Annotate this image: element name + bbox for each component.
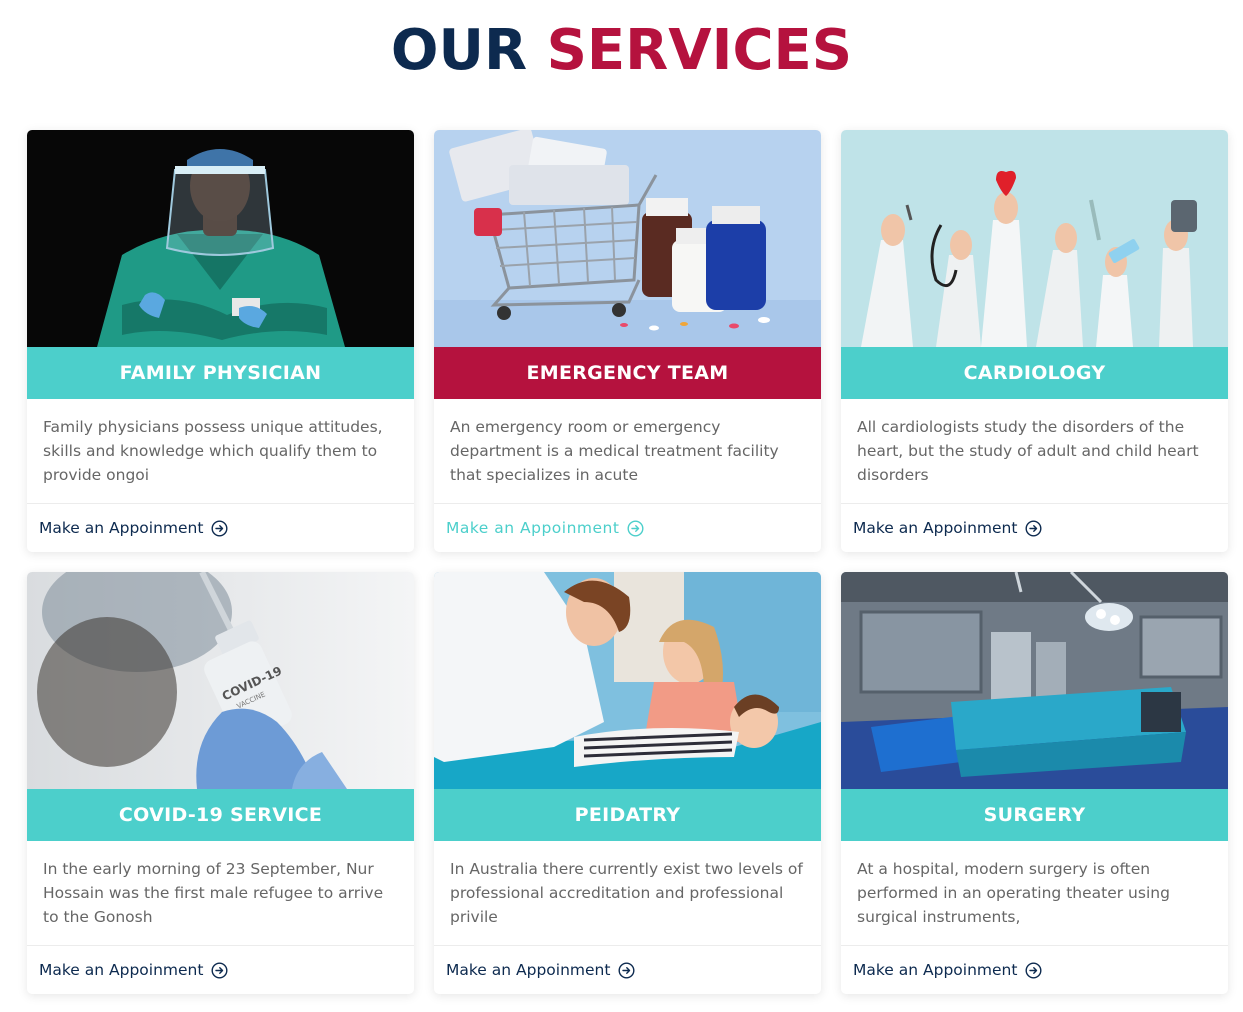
pediatric-checkup-image bbox=[434, 572, 821, 789]
service-card-emergency-team: EMERGENCY TEAM An emergency room or emer… bbox=[434, 130, 821, 552]
card-title: COVID-19 SERVICE bbox=[27, 789, 414, 841]
link-label: Make an Appoinment bbox=[39, 519, 204, 537]
section-title: OUR SERVICES bbox=[0, 18, 1243, 83]
make-appointment-link[interactable]: Make an Appoinment bbox=[446, 519, 644, 537]
arrow-right-circle-icon bbox=[211, 961, 228, 979]
link-label: Make an Appoinment bbox=[446, 961, 611, 979]
make-appointment-link[interactable]: Make an Appoinment bbox=[39, 519, 228, 537]
arrow-right-circle-icon bbox=[627, 519, 644, 537]
card-title: PEIDATRY bbox=[434, 789, 821, 841]
arrow-right-circle-icon bbox=[1025, 961, 1042, 979]
arrow-right-circle-icon bbox=[1025, 519, 1042, 537]
make-appointment-link[interactable]: Make an Appoinment bbox=[853, 519, 1042, 537]
service-card-surgery: SURGERY At a hospital, modern surgery is… bbox=[841, 572, 1228, 994]
arrow-right-circle-icon bbox=[618, 961, 635, 979]
card-description: All cardiologists study the disorders of… bbox=[841, 399, 1228, 504]
card-title: EMERGENCY TEAM bbox=[434, 347, 821, 399]
title-services: SERVICES bbox=[546, 18, 853, 83]
card-title: CARDIOLOGY bbox=[841, 347, 1228, 399]
doctor-face-shield-image bbox=[27, 130, 414, 347]
make-appointment-link[interactable]: Make an Appoinment bbox=[853, 961, 1042, 979]
service-card-family-physician: FAMILY PHYSICIAN Family physicians posse… bbox=[27, 130, 414, 552]
card-title: SURGERY bbox=[841, 789, 1228, 841]
pills-shopping-cart-image bbox=[434, 130, 821, 347]
arrow-right-circle-icon bbox=[211, 519, 228, 537]
link-label: Make an Appoinment bbox=[446, 519, 620, 537]
hands-medical-items-image bbox=[841, 130, 1228, 347]
operating-room-image bbox=[841, 572, 1228, 789]
card-description: An emergency room or emergency departmen… bbox=[434, 399, 821, 504]
link-label: Make an Appoinment bbox=[853, 519, 1018, 537]
card-description: At a hospital, modern surgery is often p… bbox=[841, 841, 1228, 946]
make-appointment-link[interactable]: Make an Appoinment bbox=[39, 961, 228, 979]
make-appointment-link[interactable]: Make an Appoinment bbox=[446, 961, 635, 979]
service-card-cardiology: CARDIOLOGY All cardiologists study the d… bbox=[841, 130, 1228, 552]
covid-vaccine-image: COVID-19 VACCINE bbox=[27, 572, 414, 789]
link-label: Make an Appoinment bbox=[39, 961, 204, 979]
card-description: Family physicians possess unique attitud… bbox=[27, 399, 414, 504]
card-description: In the early morning of 23 September, Nu… bbox=[27, 841, 414, 946]
card-description: In Australia there currently exist two l… bbox=[434, 841, 821, 946]
services-grid: FAMILY PHYSICIAN Family physicians posse… bbox=[27, 130, 1228, 994]
title-our: OUR bbox=[390, 18, 528, 83]
service-card-pediatry: PEIDATRY In Australia there currently ex… bbox=[434, 572, 821, 994]
link-label: Make an Appoinment bbox=[853, 961, 1018, 979]
card-title: FAMILY PHYSICIAN bbox=[27, 347, 414, 399]
service-card-covid-19: COVID-19 VACCINE COVID-19 SERVICE In the… bbox=[27, 572, 414, 994]
